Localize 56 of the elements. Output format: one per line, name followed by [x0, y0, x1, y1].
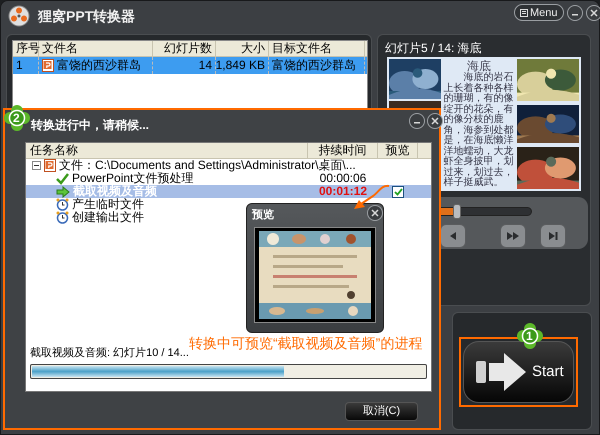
column-header[interactable]: 大小: [216, 41, 269, 56]
table-cell: 14: [198, 58, 212, 73]
column-header[interactable]: 文件名: [39, 41, 153, 56]
column-header[interactable]: 序号: [13, 41, 39, 56]
column-header[interactable]: 任务名称: [26, 143, 308, 158]
check-icon: [56, 172, 69, 184]
right-arrow-icon: [56, 186, 70, 198]
task-name[interactable]: 文件：C:\Documents and Settings\Administrator\桌面\...: [59, 159, 356, 172]
presentation-file-icon: [42, 59, 54, 72]
slide-text: 海底的岩石上长着各种各样的珊瑚，有的像绽开的花朵，有的像分枝的鹿角，海参到处都是，在海底懒洋洋地蠕动，大龙虾全身披甲，划过来，划过去，样子挺威武。: [444, 73, 514, 188]
dialog-title: 转换进行中，请稍候...: [31, 117, 150, 134]
alarm-clock-icon: [56, 211, 69, 224]
play-arrow-icon: [476, 351, 528, 393]
callout-text: 转换中可预览“截取视频及音频”的进程: [189, 334, 422, 353]
task-name[interactable]: PowerPoint文件预处理: [72, 172, 194, 185]
presentation-file-icon: [44, 159, 56, 172]
fast-forward-icon: [507, 231, 519, 241]
step-number: 1: [526, 328, 533, 344]
fast-forward-button[interactable]: [500, 224, 526, 248]
task-name[interactable]: 创建输出文件: [72, 211, 144, 224]
slide-caption: 幻灯片5 / 14: 海底: [385, 40, 482, 57]
close-icon: [371, 209, 379, 217]
table-cell: 富饶的西沙群岛: [57, 58, 141, 73]
minus-icon: [33, 162, 40, 169]
column-header[interactable]: 幻灯片数: [153, 41, 216, 56]
alarm-clock-icon: [56, 198, 69, 211]
close-icon: [431, 117, 439, 125]
column-header[interactable]: 目标文件名: [269, 41, 365, 56]
skip-to-end-icon: [548, 231, 558, 241]
duration: 00:00:06: [320, 171, 366, 185]
file-row[interactable]: 1 富饶的西沙群岛 14 1,849 KB 富饶的西沙群岛: [13, 57, 367, 74]
preview-title: 预览: [252, 208, 274, 223]
slide-title: 海底: [467, 59, 491, 73]
task-name[interactable]: 产生临时文件: [72, 198, 144, 211]
menu-button[interactable]: Menu: [514, 4, 564, 21]
film-reel-icon: [8, 5, 30, 27]
previous-button[interactable]: [440, 224, 466, 248]
skip-to-end-button[interactable]: [540, 224, 566, 248]
duration: 00:01:12: [318, 184, 368, 198]
window-title: 狸窝PPT转换器: [38, 6, 136, 26]
previous-icon: [448, 231, 458, 241]
table-cell: 1,849 KB: [216, 58, 265, 73]
table-cell: 富饶的西沙群岛: [272, 58, 356, 73]
preview-checkbox[interactable]: [392, 186, 404, 198]
task-name: 截取视频及音频: [73, 185, 157, 198]
column-header[interactable]: 预览: [378, 143, 418, 158]
flower-badge-icon: [517, 323, 543, 349]
cancel-button[interactable]: 取消(C): [345, 402, 418, 421]
step-number: 2: [13, 110, 20, 126]
status-text: 截取视频及音频: 幻灯片10 / 14...: [29, 346, 189, 360]
menu-icon: [520, 8, 528, 16]
table-cell: 1: [16, 58, 23, 73]
close-icon: [590, 8, 598, 16]
tree-toggle[interactable]: [32, 161, 41, 170]
start-button[interactable]: Start: [463, 341, 574, 403]
column-header[interactable]: 持续时间: [308, 143, 378, 158]
